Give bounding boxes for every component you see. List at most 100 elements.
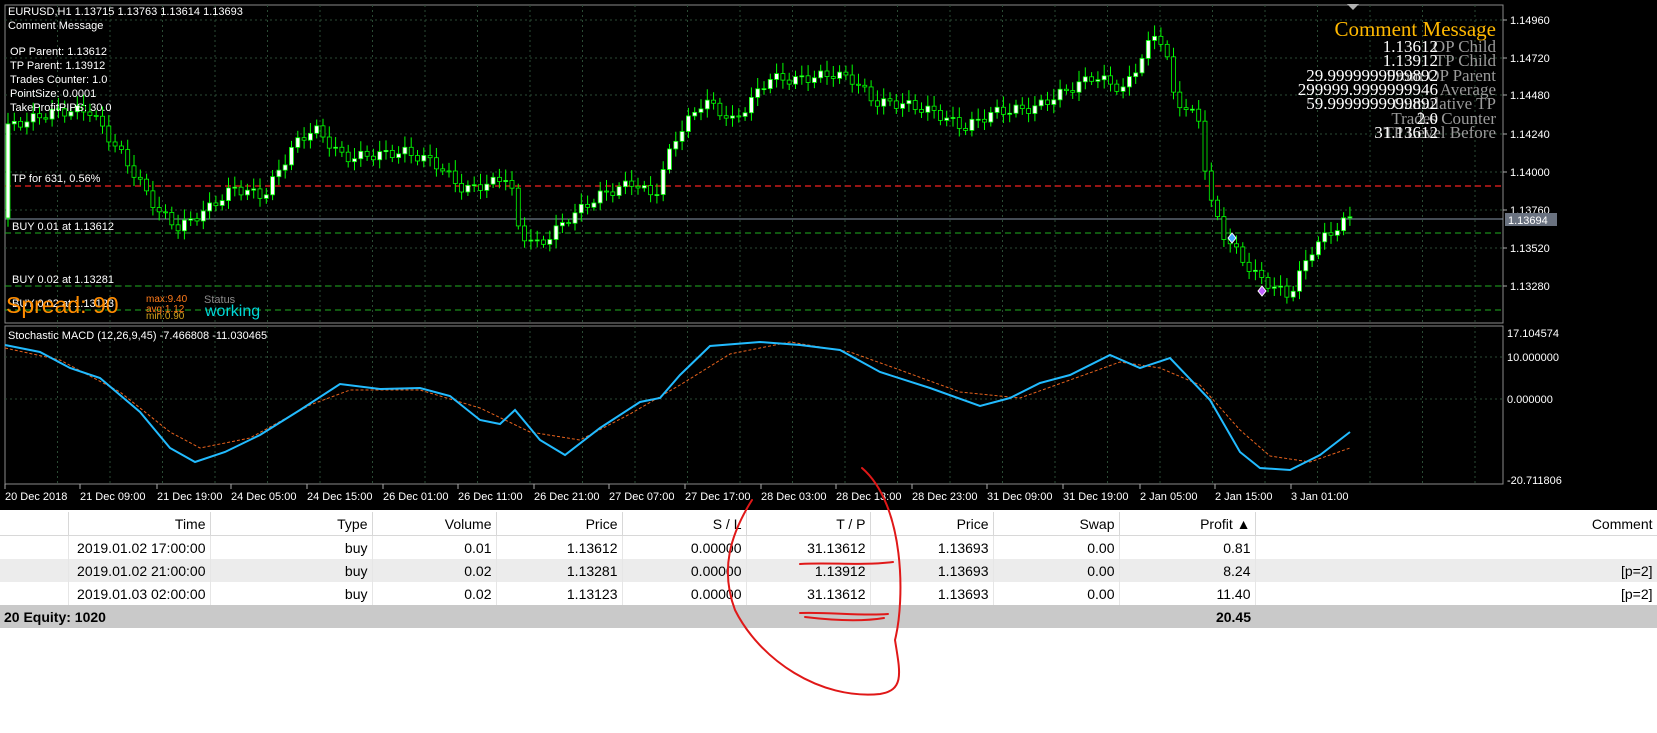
candle-body-bear	[862, 84, 868, 88]
buy-level-label: BUY 0.02 at 1.13281	[12, 274, 114, 286]
equity-summary: 20 Equity: 1020	[0, 605, 372, 628]
table-header: Time Type Volume Price S / L T / P Price…	[0, 512, 1657, 536]
trade-terminal[interactable]: Time Type Volume Price S / L T / P Price…	[0, 512, 1657, 733]
candle-body-bear	[238, 186, 244, 196]
candle-body-bear	[604, 190, 609, 193]
col-price[interactable]: Price	[496, 512, 623, 536]
candle-body-bear	[194, 218, 200, 222]
candle-body-bull	[1038, 99, 1044, 107]
candle-body-bull	[900, 103, 905, 109]
candle-body-bull	[24, 121, 30, 128]
candle-body-bull	[988, 112, 994, 123]
candle-body-bear	[780, 73, 786, 81]
candle-body-bear	[805, 75, 811, 83]
candle-body-bear	[131, 165, 137, 178]
candle-body-bull	[837, 71, 842, 79]
candle-body-bear	[112, 141, 118, 147]
candle-body-bull	[490, 176, 496, 185]
col-current-price[interactable]: Price	[870, 512, 994, 536]
spread-value: Spread: 90	[6, 292, 119, 318]
candle-body-bull	[818, 70, 824, 79]
symbol-info-line: EURUSD,H1 1.13715 1.13763 1.13614 1.1369…	[8, 6, 243, 18]
candle-body-bear	[1215, 199, 1220, 217]
candle-body-bull	[547, 239, 553, 245]
price-tick-label: 1.13280	[1510, 281, 1550, 293]
candle-body-bull	[755, 88, 761, 98]
candle-body-bear	[93, 115, 99, 117]
col-swap[interactable]: Swap	[993, 512, 1120, 536]
candle-body-bull	[219, 200, 225, 206]
candle-body-bear	[364, 150, 370, 157]
col-time[interactable]: Time	[68, 512, 211, 536]
candle-body-bull	[276, 169, 282, 178]
col-volume[interactable]: Volume	[372, 512, 497, 536]
indicator-tick-label: 10.000000	[1507, 352, 1559, 364]
col-ticket[interactable]	[0, 512, 69, 536]
candle-body-bear	[213, 202, 219, 206]
candle-body-bull	[799, 75, 805, 78]
macd-line	[4, 340, 1351, 472]
candle-body-bear	[982, 118, 987, 123]
candle-body-bear	[339, 146, 345, 153]
candle-body-bear	[452, 170, 458, 184]
col-sl[interactable]: S / L	[622, 512, 747, 536]
candle-body-bear	[1240, 246, 1246, 263]
candle-body-bear	[125, 149, 131, 167]
candle-body-bear	[100, 115, 105, 127]
candle-body-bull	[358, 150, 364, 160]
col-profit[interactable]: Profit ▲	[1119, 512, 1256, 536]
candle-body-bull	[660, 169, 666, 195]
time-tick-label: 26 Dec 01:00	[383, 491, 448, 503]
candle-body-bull	[1082, 76, 1088, 83]
candle-body-bull	[251, 188, 257, 191]
candle-body-bear	[345, 151, 351, 163]
candle-body-bear	[931, 105, 937, 111]
time-tick-label: 24 Dec 15:00	[307, 491, 372, 503]
candle-body-bull	[307, 132, 313, 141]
candle-body-bear	[629, 180, 635, 187]
candle-body-bull	[572, 212, 578, 224]
tp-level-label: TP for 631, 0.56%	[12, 173, 101, 185]
candle-body-bear	[1208, 170, 1214, 201]
spread-min: min:0.90	[146, 311, 185, 322]
candle-body-bull	[673, 140, 679, 150]
candle-body-bear	[912, 100, 918, 110]
cell-price: 1.13123	[496, 582, 623, 605]
candle-body-bear	[459, 183, 465, 193]
cell-swap: 0.00	[993, 559, 1120, 582]
col-tp[interactable]: T / P	[746, 512, 871, 536]
price-chart[interactable]: 1.14960 1.14720 1.14480 1.14240 1.14000 1.137…	[0, 0, 1657, 510]
candle-body-bull	[232, 186, 238, 189]
col-type[interactable]: Type	[210, 512, 373, 536]
cell-profit: 0.81	[1119, 535, 1256, 559]
col-comment[interactable]: Comment	[1255, 512, 1657, 536]
candle-body-bear	[478, 184, 483, 191]
cell-volume: 0.02	[372, 582, 497, 605]
candle-body-bear	[427, 154, 433, 159]
candle-body-bull	[553, 225, 559, 240]
candle-body-bull	[528, 239, 534, 242]
table-row[interactable]: 2019.01.02 21:00:00 buy 0.02 1.13281 0.0…	[0, 559, 1657, 582]
candle-body-bear	[433, 157, 439, 170]
time-tick-label: 3 Jan 01:00	[1291, 491, 1349, 503]
table-row[interactable]: 2019.01.03 02:00:00 buy 0.02 1.13123 0.0…	[0, 582, 1657, 605]
table-row[interactable]: 2019.01.02 17:00:00 buy 0.01 1.13612 0.0…	[0, 535, 1657, 559]
candle-body-bear	[786, 79, 792, 85]
candle-body-bear	[18, 120, 24, 128]
candle-body-bear	[717, 102, 723, 117]
candle-body-bull	[352, 158, 357, 163]
candle-body-bull	[679, 131, 685, 142]
candle-body-bull	[774, 73, 779, 80]
candle-body-bear	[1070, 90, 1076, 93]
time-tick-label: 28 Dec 13:00	[836, 491, 901, 503]
candle-body-bear	[156, 207, 162, 213]
candle-body-bull	[1316, 241, 1321, 256]
time-tick-label: 2 Jan 05:00	[1140, 491, 1198, 503]
candle-body-bull	[282, 164, 288, 171]
candle-body-bull	[377, 151, 383, 161]
cell-type: buy	[210, 582, 373, 605]
candle-body-bull	[270, 176, 276, 196]
buy-level-label: BUY 0.01 at 1.13612	[12, 221, 114, 233]
ea-line: TP Parent: 1.13912	[10, 60, 106, 72]
candle-body-bull	[1334, 230, 1340, 236]
